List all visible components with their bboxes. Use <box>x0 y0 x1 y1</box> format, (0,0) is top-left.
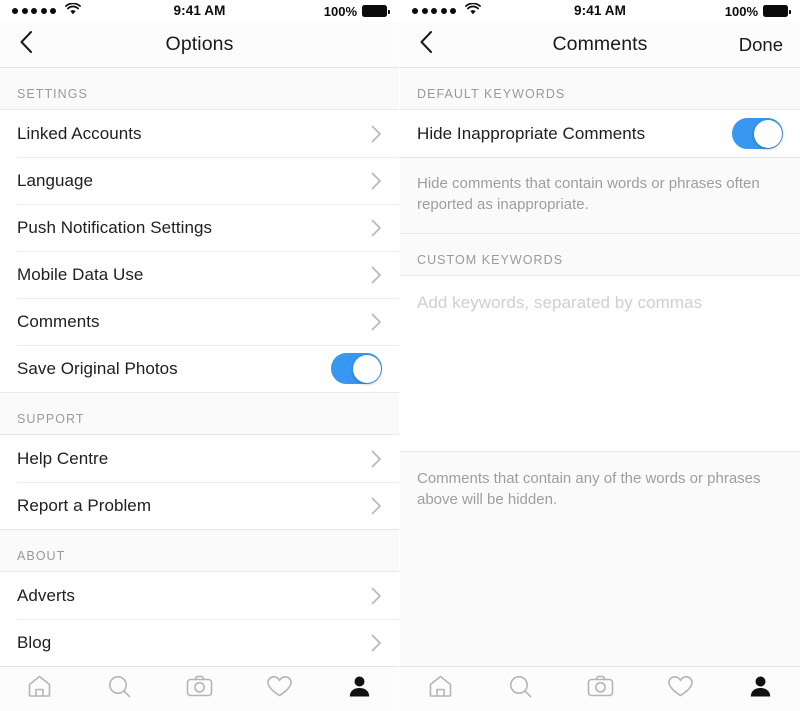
tab-home[interactable] <box>0 667 80 711</box>
row-hide-inappropriate-comments[interactable]: Hide Inappropriate Comments <box>400 110 800 157</box>
navigation-bar-comments: Comments Done <box>400 22 800 68</box>
chevron-right-icon <box>371 634 382 652</box>
default-keywords-description: Hide comments that contain words or phra… <box>400 157 800 233</box>
profile-icon <box>748 674 773 704</box>
dual-screen-container: 9:41 AM 100% Options SETTINGS Linked Acc… <box>0 0 800 711</box>
row-adverts[interactable]: Adverts <box>0 572 399 619</box>
status-bar-right-group: 100% <box>724 3 791 19</box>
save-original-photos-toggle[interactable] <box>331 353 382 384</box>
chevron-right-icon <box>371 450 382 468</box>
section-header-settings: SETTINGS <box>0 68 399 110</box>
section-header-about: ABOUT <box>0 529 399 572</box>
tab-activity[interactable] <box>239 667 319 711</box>
custom-keywords-placeholder: Add keywords, separated by commas <box>417 293 703 312</box>
back-button[interactable] <box>0 22 52 68</box>
chevron-right-icon <box>371 172 382 190</box>
tab-search[interactable] <box>80 667 160 711</box>
comments-body: DEFAULT KEYWORDS Hide Inappropriate Comm… <box>400 68 800 666</box>
tab-camera[interactable] <box>560 667 640 711</box>
tab-home[interactable] <box>400 667 480 711</box>
heart-icon <box>667 674 694 704</box>
battery-percent-label: 100% <box>323 3 357 19</box>
row-help-centre[interactable]: Help Centre <box>0 435 399 482</box>
row-push-notification-settings[interactable]: Push Notification Settings <box>0 204 399 251</box>
tab-activity[interactable] <box>640 667 720 711</box>
comments-screen: 9:41 AM 100% Comments Done DEFAULT KEYWO… <box>400 0 800 711</box>
row-label: Blog <box>17 632 52 652</box>
row-label: Linked Accounts <box>17 123 142 143</box>
back-button[interactable] <box>400 22 452 68</box>
chevron-right-icon <box>371 497 382 515</box>
page-title: Options <box>165 33 234 55</box>
profile-icon <box>347 674 372 704</box>
hide-inappropriate-comments-toggle[interactable] <box>732 118 783 149</box>
chevron-right-icon <box>371 266 382 284</box>
chevron-right-icon <box>371 313 382 331</box>
section-header-default-keywords: DEFAULT KEYWORDS <box>400 68 800 110</box>
row-label: Help Centre <box>17 448 109 468</box>
row-label: Push Notification Settings <box>17 217 213 237</box>
battery-full-icon <box>763 5 791 17</box>
row-report-a-problem[interactable]: Report a Problem <box>0 482 399 529</box>
row-language[interactable]: Language <box>0 157 399 204</box>
row-save-original-photos[interactable]: Save Original Photos <box>0 345 399 392</box>
tab-camera[interactable] <box>160 667 240 711</box>
row-mobile-data-use[interactable]: Mobile Data Use <box>0 251 399 298</box>
tab-profile[interactable] <box>720 667 800 711</box>
status-bar-right-group: 100% <box>323 3 390 19</box>
row-label: Adverts <box>17 585 75 605</box>
row-label: Language <box>17 170 94 190</box>
chevron-left-icon <box>419 30 433 59</box>
done-button[interactable]: Done <box>739 34 800 56</box>
options-list: SETTINGS Linked Accounts Language Push N… <box>0 68 399 666</box>
row-linked-accounts[interactable]: Linked Accounts <box>0 110 399 157</box>
battery-full-icon <box>362 5 390 17</box>
row-label: Report a Problem <box>17 495 152 515</box>
home-icon <box>428 674 453 704</box>
toggle-knob <box>352 354 381 383</box>
row-label: Comments <box>17 311 100 331</box>
row-label: Mobile Data Use <box>17 264 144 284</box>
row-label: Hide Inappropriate Comments <box>417 123 646 143</box>
section-header-support: SUPPORT <box>0 392 399 435</box>
tab-search[interactable] <box>480 667 560 711</box>
chevron-right-icon <box>371 587 382 605</box>
search-icon <box>508 674 533 704</box>
search-icon <box>107 674 132 704</box>
home-icon <box>27 674 52 704</box>
row-comments[interactable]: Comments <box>0 298 399 345</box>
options-screen: 9:41 AM 100% Options SETTINGS Linked Acc… <box>0 0 399 711</box>
camera-icon <box>186 674 213 704</box>
status-bar-right: 9:41 AM 100% <box>400 0 800 22</box>
custom-keywords-input[interactable]: Add keywords, separated by commas <box>400 276 800 451</box>
battery-percent-label: 100% <box>724 3 758 19</box>
heart-icon <box>266 674 293 704</box>
tab-bar-right <box>400 666 800 711</box>
chevron-right-icon <box>371 219 382 237</box>
tab-bar-left <box>0 666 399 711</box>
comments-settings-content: DEFAULT KEYWORDS Hide Inappropriate Comm… <box>400 68 800 666</box>
row-blog[interactable]: Blog <box>0 619 399 666</box>
row-label: Save Original Photos <box>17 358 178 378</box>
section-header-custom-keywords: CUSTOM KEYWORDS <box>400 233 800 276</box>
tab-profile[interactable] <box>319 667 399 711</box>
chevron-right-icon <box>371 125 382 143</box>
navigation-bar-options: Options <box>0 22 399 68</box>
toggle-knob <box>753 119 782 148</box>
camera-icon <box>587 674 614 704</box>
chevron-left-icon <box>19 30 33 59</box>
status-bar-left: 9:41 AM 100% <box>0 0 399 22</box>
custom-keywords-footer-note: Comments that contain any of the words o… <box>400 451 800 666</box>
